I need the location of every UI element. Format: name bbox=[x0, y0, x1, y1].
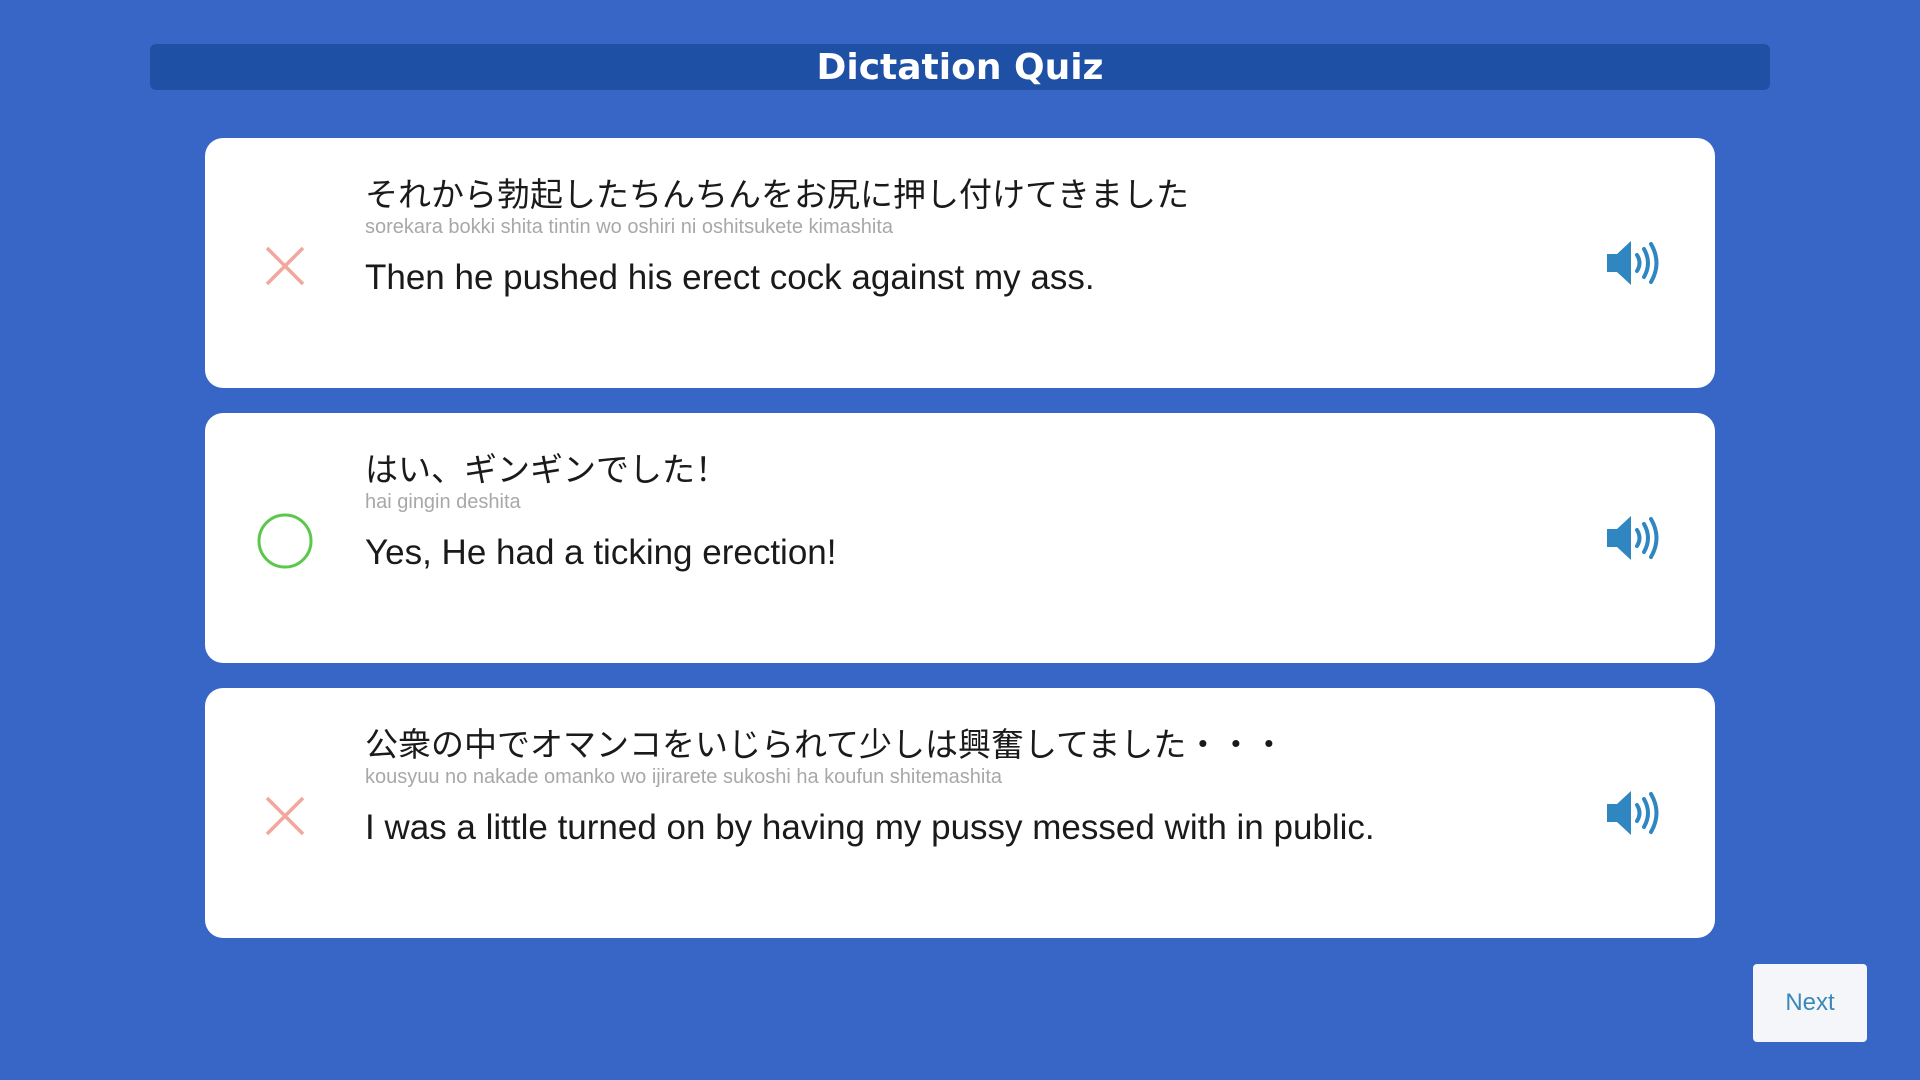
quiz-item-3: 公衆の中でオマンコをいじられて少しは興奮してました・・・ kousyuu no … bbox=[205, 688, 1715, 938]
japanese-sentence: それから勃起したちんちんをお尻に押し付けてきました bbox=[365, 175, 1190, 214]
speaker-icon[interactable] bbox=[1605, 513, 1661, 563]
cross-icon bbox=[265, 246, 305, 286]
japanese-sentence: はい、ギンギンでした！ bbox=[365, 450, 728, 489]
japanese-sentence: 公衆の中でオマンコをいじられて少しは興奮してました・・・ bbox=[365, 725, 1286, 764]
romaji-sentence: hai gingin deshita bbox=[365, 491, 521, 513]
cross-icon bbox=[265, 796, 305, 836]
title-bar: Dictation Quiz bbox=[150, 44, 1770, 90]
quiz-item-2: はい、ギンギンでした！ hai gingin deshita Yes, He h… bbox=[205, 413, 1715, 663]
page-title: Dictation Quiz bbox=[816, 46, 1104, 88]
next-button[interactable]: Next bbox=[1753, 964, 1867, 1042]
english-sentence: Yes, He had a ticking erection! bbox=[365, 533, 837, 572]
circle-icon bbox=[257, 513, 313, 569]
speaker-icon[interactable] bbox=[1605, 238, 1661, 288]
romaji-sentence: sorekara bokki shita tintin wo oshiri ni… bbox=[365, 216, 894, 238]
romaji-sentence: kousyuu no nakade omanko wo ijirarete su… bbox=[365, 766, 1003, 788]
quiz-item-1: それから勃起したちんちんをお尻に押し付けてきました sorekara bokki… bbox=[205, 138, 1715, 388]
speaker-icon[interactable] bbox=[1605, 788, 1661, 838]
english-sentence: I was a little turned on by having my pu… bbox=[365, 808, 1375, 847]
english-sentence: Then he pushed his erect cock against my… bbox=[365, 258, 1095, 297]
